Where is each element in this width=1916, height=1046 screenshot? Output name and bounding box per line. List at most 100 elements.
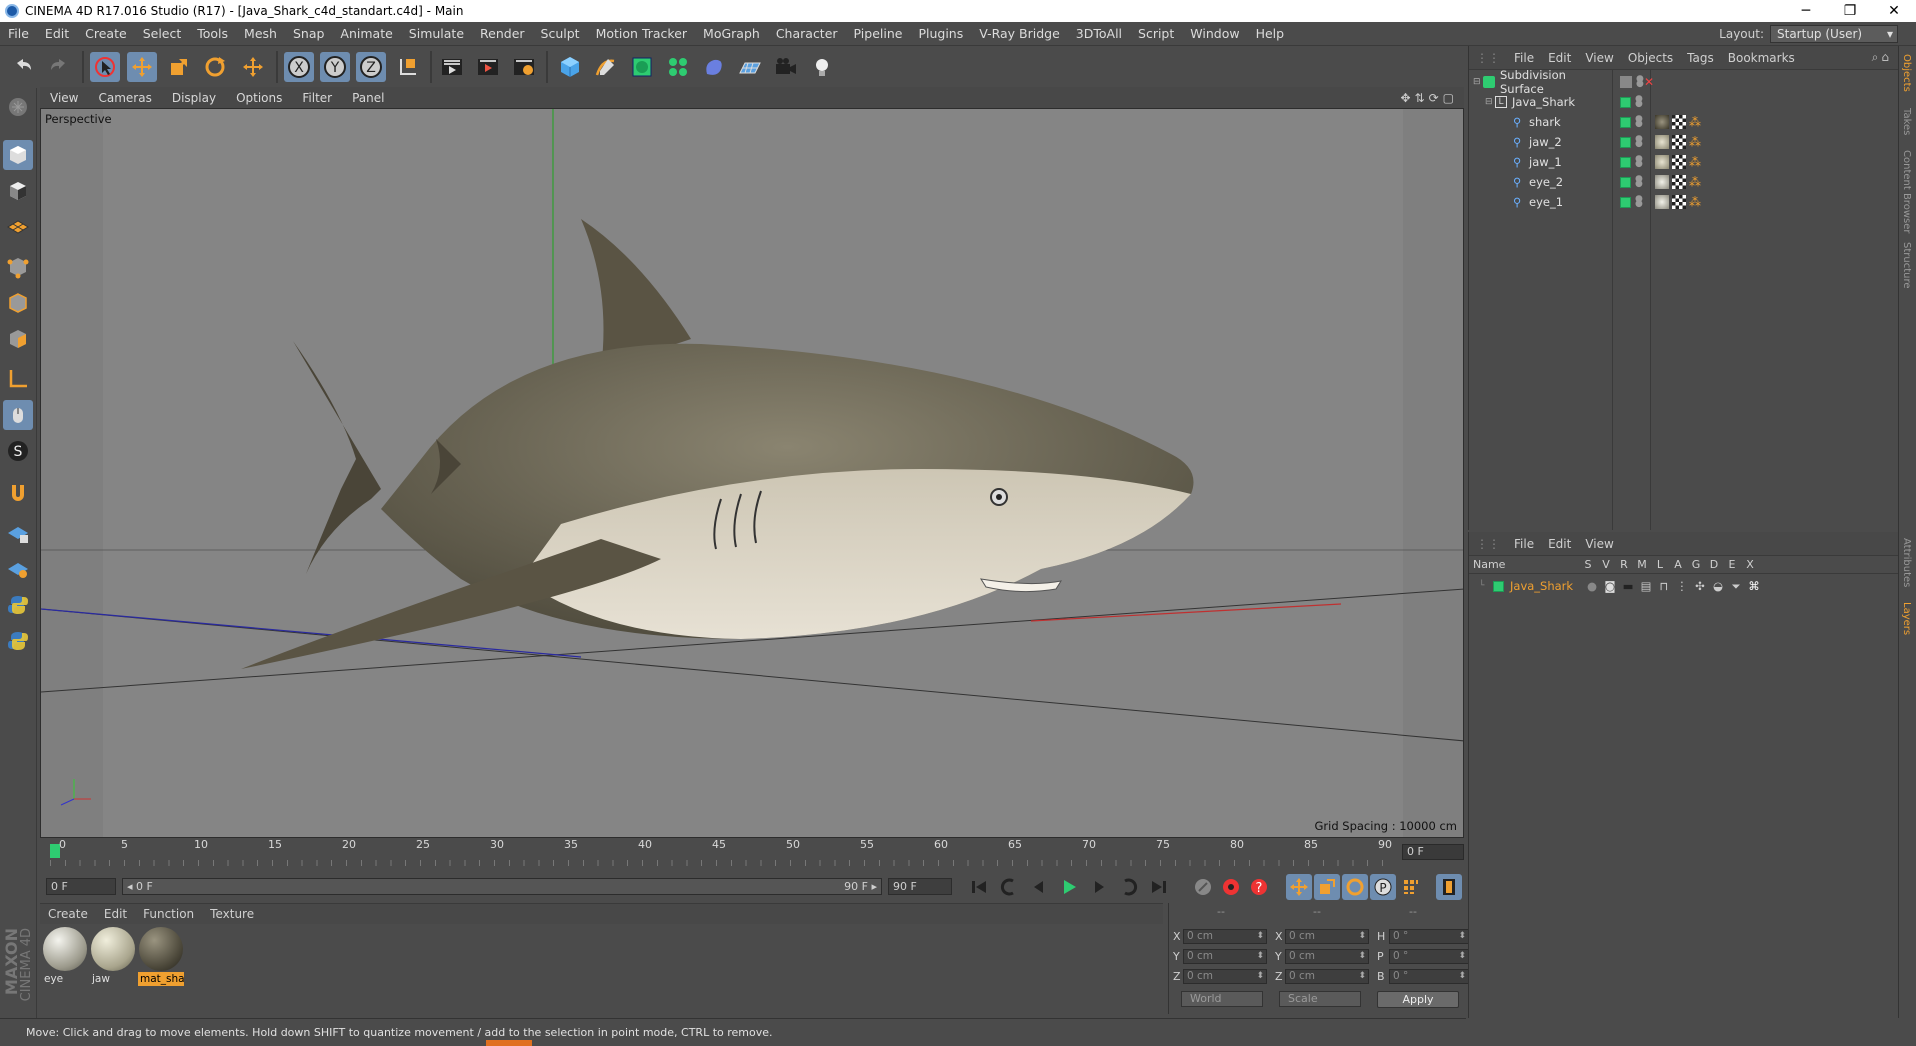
- coordinate-system-icon[interactable]: [393, 52, 423, 82]
- apply-button[interactable]: Apply: [1377, 991, 1459, 1008]
- side-tab-layers[interactable]: Layers: [1901, 602, 1912, 635]
- tweak-mode-icon[interactable]: [3, 400, 33, 430]
- layer-row-java-shark[interactable]: └ Java_Shark ● ◙ ▬ ▤ ⊓ ⋮ ✣ ◒ ⏷ ⌘: [1469, 576, 1899, 596]
- menu-mograph[interactable]: MoGraph: [695, 26, 768, 41]
- objects-menu-edit[interactable]: Edit: [1541, 51, 1578, 65]
- layer-color-icon[interactable]: [1620, 136, 1631, 148]
- redo-icon[interactable]: [44, 52, 74, 82]
- objects-menu-tags[interactable]: Tags: [1680, 51, 1721, 65]
- cloner-icon[interactable]: [663, 52, 693, 82]
- render-view-icon[interactable]: [437, 52, 467, 82]
- side-tab-takes[interactable]: Takes: [1901, 108, 1912, 135]
- move-tool-icon[interactable]: [127, 52, 157, 82]
- timeline-ruler[interactable]: 0 5 10 15 20 25 30 35 40 45 50 55 60 65 …: [40, 838, 1464, 874]
- close-button[interactable]: ✕: [1872, 3, 1916, 19]
- end-frame-field[interactable]: 90 F: [888, 878, 952, 895]
- cube-object-icon[interactable]: [555, 52, 585, 82]
- object-row-subdivision-surface[interactable]: ⊟ Subdivision Surface ● ● ✕: [1469, 68, 1899, 96]
- menu-edit[interactable]: Edit: [37, 26, 77, 41]
- selection-tag-icon[interactable]: ⁂: [1689, 115, 1701, 129]
- material-tag-icon[interactable]: [1655, 135, 1669, 149]
- visibility-toggle[interactable]: ● ●: [1635, 155, 1643, 169]
- render-picture-viewer-icon[interactable]: [473, 52, 503, 82]
- material-mat-sha[interactable]: mat_sha: [138, 926, 185, 986]
- menu-script[interactable]: Script: [1130, 26, 1182, 41]
- viewport-menu-display[interactable]: Display: [162, 91, 226, 105]
- position-x-field[interactable]: 0 cm: [1183, 929, 1267, 944]
- key-position-icon[interactable]: [1286, 874, 1312, 900]
- material-menu-texture[interactable]: Texture: [202, 907, 262, 921]
- current-frame-field[interactable]: 0 F: [1402, 844, 1464, 860]
- generator-toggle-icon[interactable]: ✣: [1691, 579, 1709, 593]
- side-tab-objects[interactable]: Objects: [1901, 54, 1912, 92]
- z-axis-lock-icon[interactable]: Z: [356, 52, 386, 82]
- visibility-toggle[interactable]: ● ●: [1636, 75, 1644, 89]
- material-jaw[interactable]: jaw: [90, 926, 136, 986]
- subdivision-surface-icon[interactable]: [627, 52, 657, 82]
- x-axis-lock-icon[interactable]: X: [284, 52, 314, 82]
- locked-workplane-icon[interactable]: [3, 518, 33, 548]
- object-row-shark[interactable]: ⚲ shark ● ● ⁂: [1469, 112, 1899, 132]
- points-mode-icon[interactable]: [3, 252, 33, 282]
- autokeying-icon[interactable]: [1218, 874, 1244, 900]
- lock-toggle-icon[interactable]: ⊓: [1655, 579, 1673, 593]
- live-selection-icon[interactable]: [90, 52, 120, 82]
- menu-animate[interactable]: Animate: [332, 26, 400, 41]
- play-forward-icon[interactable]: [1056, 874, 1082, 900]
- transform-tool-icon[interactable]: [238, 52, 268, 82]
- layers-menu-file[interactable]: File: [1507, 537, 1541, 551]
- size-y-field[interactable]: 0 cm: [1285, 949, 1369, 964]
- menu-plugins[interactable]: Plugins: [910, 26, 971, 41]
- previous-frame-icon[interactable]: [1026, 874, 1052, 900]
- menu-snap[interactable]: Snap: [285, 26, 332, 41]
- previous-key-icon[interactable]: [996, 874, 1022, 900]
- 3d-viewport[interactable]: Perspective Grid Spacing : 10000 cm: [40, 108, 1464, 838]
- material-eye[interactable]: eye: [42, 926, 88, 986]
- object-row-eye-2[interactable]: ⚲ eye_2 ● ● ⁂: [1469, 172, 1899, 192]
- viewport-camera-label[interactable]: Perspective: [45, 112, 112, 126]
- visibility-toggle[interactable]: ● ●: [1635, 195, 1643, 209]
- minimize-button[interactable]: ─: [1784, 3, 1828, 19]
- viewport-menu-view[interactable]: View: [40, 91, 88, 105]
- scale-tool-icon[interactable]: [164, 52, 194, 82]
- material-tag-icon[interactable]: [1655, 115, 1669, 129]
- model-mode-icon[interactable]: [3, 140, 33, 170]
- keyframe-selection-icon[interactable]: ?: [1246, 874, 1272, 900]
- next-frame-icon[interactable]: [1086, 874, 1112, 900]
- render-settings-icon[interactable]: [509, 52, 539, 82]
- selection-tag-icon[interactable]: ⁂: [1689, 175, 1701, 189]
- side-tab-attributes[interactable]: Attributes: [1901, 538, 1912, 587]
- menu-simulate[interactable]: Simulate: [401, 26, 472, 41]
- layer-color-icon[interactable]: [1620, 156, 1631, 168]
- go-to-end-icon[interactable]: [1146, 874, 1172, 900]
- rotation-p-field[interactable]: 0 °: [1389, 949, 1469, 964]
- menu-tools[interactable]: Tools: [189, 26, 236, 41]
- key-pla-icon[interactable]: [1398, 874, 1424, 900]
- coordinate-mode-dropdown[interactable]: World: [1181, 991, 1263, 1007]
- python-icon[interactable]: [3, 590, 33, 620]
- key-parameter-icon[interactable]: P: [1370, 874, 1396, 900]
- side-tab-structure[interactable]: Structure: [1901, 242, 1912, 289]
- texture-tag-icon[interactable]: [1672, 195, 1686, 209]
- material-menu-function[interactable]: Function: [135, 907, 202, 921]
- animation-toggle-icon[interactable]: ⋮: [1673, 579, 1691, 593]
- position-y-field[interactable]: 0 cm: [1183, 949, 1267, 964]
- layer-color-icon[interactable]: [1620, 96, 1631, 108]
- texture-tag-icon[interactable]: [1672, 115, 1686, 129]
- rotation-h-field[interactable]: 0 °: [1389, 929, 1469, 944]
- record-keys-icon[interactable]: [1190, 874, 1216, 900]
- material-tag-icon[interactable]: [1655, 155, 1669, 169]
- python-console-icon[interactable]: [3, 626, 33, 656]
- render-toggle-icon[interactable]: ▬: [1619, 579, 1637, 593]
- manager-toggle-icon[interactable]: ▤: [1637, 579, 1655, 593]
- size-z-field[interactable]: 0 cm: [1285, 969, 1369, 984]
- undo-icon[interactable]: [8, 52, 38, 82]
- viewport-menu-options[interactable]: Options: [226, 91, 292, 105]
- viewport-menu-cameras[interactable]: Cameras: [88, 91, 161, 105]
- size-x-field[interactable]: 0 cm: [1285, 929, 1369, 944]
- material-tag-icon[interactable]: [1655, 175, 1669, 189]
- viewport-nav-icons[interactable]: ✥⇅⟳▢: [1400, 91, 1464, 105]
- layers-menu-view[interactable]: View: [1578, 537, 1620, 551]
- planar-workplane-icon[interactable]: [3, 554, 33, 584]
- layers-menu-edit[interactable]: Edit: [1541, 537, 1578, 551]
